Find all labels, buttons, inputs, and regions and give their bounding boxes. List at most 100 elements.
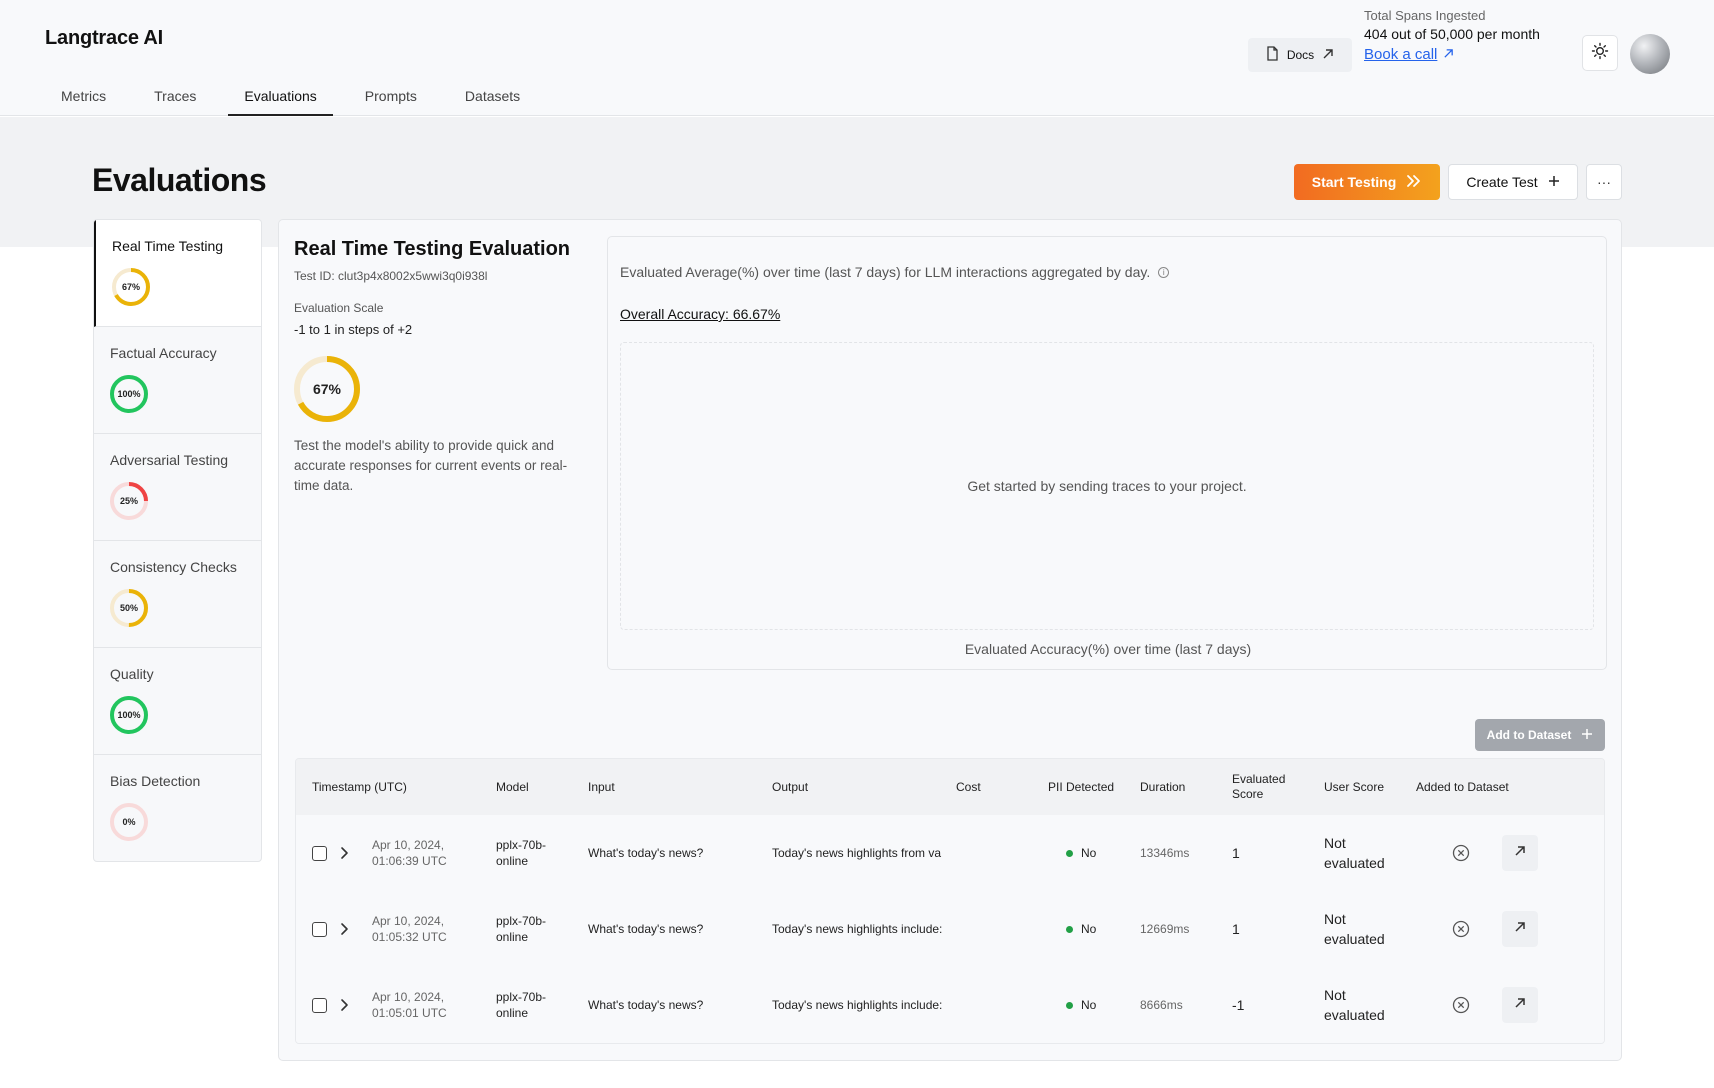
sidebar-item-label: Quality <box>110 666 154 682</box>
add-to-dataset-button[interactable]: Add to Dataset <box>1475 719 1605 751</box>
score-ring: 50% <box>110 589 261 632</box>
more-options-button[interactable]: ··· <box>1586 164 1622 200</box>
document-icon <box>1266 46 1279 64</box>
sidebar-item-consistency-checks[interactable]: Consistency Checks 50% <box>94 541 261 648</box>
tab-evaluations[interactable]: Evaluations <box>228 82 333 116</box>
start-testing-label: Start Testing <box>1311 174 1397 190</box>
accuracy-chart-card: Evaluated Average(%) over time (last 7 d… <box>607 236 1607 670</box>
input-cell: What's today's news? <box>588 998 704 1012</box>
column-header-timestamp: Timestamp (UTC) <box>312 779 407 794</box>
model-line-2: online <box>496 1006 529 1020</box>
row-checkbox[interactable] <box>312 845 327 861</box>
spans-value: 404 out of 50,000 per month <box>1364 26 1540 42</box>
open-trace-cell <box>1502 891 1538 967</box>
score-ring: 100% <box>110 375 261 418</box>
pii-cell: No <box>1066 967 1096 1043</box>
docs-button[interactable]: Docs <box>1248 38 1352 72</box>
open-trace-button[interactable] <box>1502 987 1538 1023</box>
row-checkbox-cell <box>312 815 327 891</box>
table-row[interactable]: Apr 10, 2024, 01:05:32 UTC pplx-70b-onlin… <box>296 891 1604 967</box>
output-cell: Today's news highlights include: <box>772 922 943 936</box>
expand-row-button[interactable] <box>340 815 350 891</box>
row-checkbox-cell <box>312 967 327 1043</box>
user-score-cell: Not evaluated <box>1324 891 1385 967</box>
table-row[interactable]: Apr 10, 2024, 01:06:39 UTC pplx-70b-onlin… <box>296 815 1604 891</box>
row-checkbox[interactable] <box>312 921 327 937</box>
start-testing-button[interactable]: Start Testing <box>1294 164 1440 200</box>
double-chevron-right-icon <box>1406 174 1422 191</box>
sidebar-item-label: Consistency Checks <box>110 559 237 575</box>
pii-cell: No <box>1066 891 1096 967</box>
plus-icon <box>1548 174 1560 190</box>
user-score-line-2: evaluated <box>1324 931 1385 947</box>
row-checkbox[interactable] <box>312 997 327 1013</box>
create-test-button[interactable]: Create Test <box>1448 164 1578 200</box>
info-icon[interactable]: i <box>1158 266 1170 278</box>
tab-metrics[interactable]: Metrics <box>45 82 122 116</box>
status-dot <box>1066 849 1073 857</box>
column-header-output: Output <box>772 779 809 794</box>
score-ring-large: 67% <box>294 356 360 427</box>
sidebar-item-real-time-testing[interactable]: Real Time Testing 67% <box>94 220 261 327</box>
tab-datasets[interactable]: Datasets <box>449 82 536 116</box>
model-cell: pplx-70b-online <box>496 815 546 891</box>
sidebar-item-label: Factual Accuracy <box>110 345 217 361</box>
arrow-up-right-icon <box>1514 997 1526 1013</box>
added-to-dataset-cell <box>1452 891 1470 967</box>
model-line-1: pplx-70b- <box>496 914 547 928</box>
column-header-model: Model <box>496 779 529 794</box>
x-circle-icon[interactable] <box>1452 996 1470 1014</box>
external-link-icon <box>1322 48 1334 63</box>
ring-percent-label: 25% <box>120 496 138 506</box>
pii-value: No <box>1081 998 1097 1012</box>
column-header-added-to-dataset: Added to Dataset <box>1416 779 1509 794</box>
sidebar-item-bias-detection[interactable]: Bias Detection 0% <box>94 755 261 861</box>
status-dot <box>1066 1001 1073 1009</box>
timestamp-date: Apr 10, 2024, <box>372 990 445 1004</box>
evaluation-description: Test the model's ability to provide quic… <box>294 438 568 493</box>
sidebar-item-factual-accuracy[interactable]: Factual Accuracy 100% <box>94 327 261 434</box>
evaluation-scale-value: -1 to 1 in steps of +2 <box>294 322 413 337</box>
user-score-line-1: Not <box>1324 987 1346 1003</box>
model-cell: pplx-70b-online <box>496 967 546 1043</box>
arrow-up-right-icon <box>1514 845 1526 861</box>
x-circle-icon[interactable] <box>1452 920 1470 938</box>
score-ring: 0% <box>110 803 261 846</box>
sidebar-item-label: Bias Detection <box>110 773 201 789</box>
open-trace-cell <box>1502 967 1538 1043</box>
added-to-dataset-cell <box>1452 815 1470 891</box>
user-score-cell: Not evaluated <box>1324 967 1385 1043</box>
evaluated-score-cell: 1 <box>1232 845 1240 861</box>
ring-percent-label: 100% <box>117 389 140 399</box>
expand-row-button[interactable] <box>340 891 350 967</box>
expand-row-button[interactable] <box>340 967 350 1043</box>
model-line-1: pplx-70b- <box>496 838 547 852</box>
app-logo[interactable]: Langtrace AI <box>45 27 163 50</box>
output-cell: Today's news highlights from va <box>772 846 942 860</box>
score-ring: 67% <box>112 268 261 311</box>
avatar[interactable] <box>1630 34 1670 74</box>
column-header-input: Input <box>588 779 615 794</box>
theme-toggle-button[interactable] <box>1582 35 1618 71</box>
sidebar-item-adversarial-testing[interactable]: Adversarial Testing 25% <box>94 434 261 541</box>
tab-traces[interactable]: Traces <box>138 82 212 116</box>
chevron-right-icon <box>340 922 350 936</box>
duration-cell: 8666ms <box>1140 998 1183 1012</box>
test-sidebar: Real Time Testing 67% Factual Accuracy 1… <box>93 219 262 862</box>
sidebar-item-label: Real Time Testing <box>112 238 224 254</box>
open-trace-button[interactable] <box>1502 835 1538 871</box>
tab-prompts[interactable]: Prompts <box>349 82 433 116</box>
top-header: Langtrace AI Metrics Traces Evaluations … <box>0 0 1714 116</box>
arrow-up-right-icon <box>1514 921 1526 937</box>
sidebar-item-quality[interactable]: Quality 100% <box>94 648 261 755</box>
model-line-2: online <box>496 930 529 944</box>
page-title: Evaluations <box>92 162 267 198</box>
timestamp-cell: Apr 10, 2024, 01:05:32 UTC <box>372 891 447 967</box>
x-circle-icon[interactable] <box>1452 844 1470 862</box>
open-trace-cell <box>1502 815 1538 891</box>
table-row[interactable]: Apr 10, 2024, 01:05:01 UTC pplx-70b-onlin… <box>296 967 1604 1043</box>
column-header-duration: Duration <box>1140 779 1186 794</box>
book-call-link[interactable]: Book a call <box>1364 46 1454 63</box>
open-trace-button[interactable] <box>1502 911 1538 947</box>
model-cell: pplx-70b-online <box>496 891 546 967</box>
